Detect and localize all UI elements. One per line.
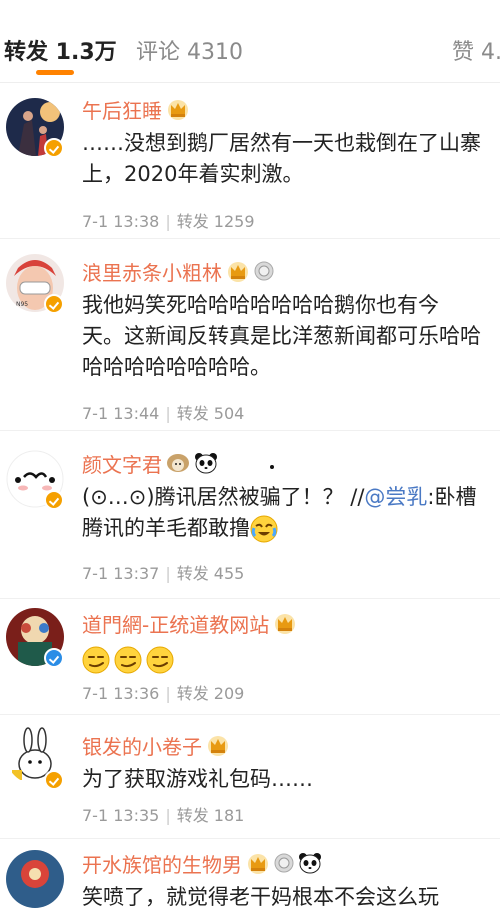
svg-text:N95: N95	[16, 301, 28, 308]
repost-meta: 7-1 13:36 | 转发 209	[82, 684, 245, 703]
repost-meta: 7-1 13:38 | 转发 1259	[82, 212, 255, 231]
repost-meta: 7-1 13:37 | 转发 455	[82, 564, 245, 583]
smirk-emoji-icon	[146, 646, 174, 674]
tab-likes[interactable]: 赞 4.	[452, 34, 500, 66]
crown-icon	[206, 734, 230, 756]
repost-count[interactable]: 转发 1259	[177, 212, 255, 231]
repost-text: (⊙…⊙)腾讯居然被骗了！？ //@尝乳:卧槽 腾讯的羊毛都敢撸	[82, 482, 500, 544]
text-prefix: (⊙…⊙)腾讯居然被骗了！？ //	[82, 485, 365, 509]
text-line: 哈哈哈哈哈哈哈哈。	[82, 355, 271, 379]
text-line: 上，2020年着实刺激。	[82, 162, 304, 186]
repost-item: 银发的小卷子 为了获取游戏礼包码…… 7-1 13:35 | 转发 181	[0, 714, 500, 839]
username[interactable]: 银发的小卷子	[82, 731, 202, 760]
crown-icon	[226, 260, 250, 282]
text-line: (⊙…⊙)腾讯居然被骗了！？ //@尝乳:卧槽	[82, 482, 500, 513]
timestamp: 7-1 13:37	[82, 564, 160, 583]
verified-badge-icon	[44, 138, 64, 158]
crown-icon	[166, 98, 190, 120]
mention-link[interactable]: @尝乳	[364, 485, 427, 509]
username[interactable]: 午后狂睡	[82, 95, 162, 124]
text-line: 为了获取游戏礼包码……	[82, 767, 313, 791]
repost-meta: 7-1 13:35 | 转发 181	[82, 806, 245, 825]
username[interactable]: 开水族馆的生物男	[82, 849, 242, 878]
repost-item: 颜文字君 (⊙…⊙)腾讯居然被骗了！？ //@尝乳:卧槽 腾讯的羊毛都敢撸 7-…	[0, 430, 500, 599]
text-line: 腾讯的羊毛都敢撸	[82, 513, 500, 544]
repost-text: ……没想到鹅厂居然有一天也栽倒在了山寨 上，2020年着实刺激。	[82, 128, 500, 190]
repost-text	[82, 644, 500, 675]
repost-meta: 7-1 13:44 | 转发 504	[82, 404, 245, 423]
repost-item: 开水族馆的生物男 笑喷了，就觉得老干妈根本不会这么玩	[0, 838, 500, 909]
repost-item: N95 浪里赤条小粗林 我他妈笑死哈哈哈哈哈哈哈鹅你也有今 天。这新闻反转真是比…	[0, 238, 500, 431]
active-tab-indicator	[36, 70, 74, 75]
tab-comments[interactable]: 评论 4310	[136, 34, 243, 66]
text-line: ……没想到鹅厂居然有一天也栽倒在了山寨	[82, 131, 481, 155]
stray-dot	[270, 465, 274, 469]
verified-badge-icon	[44, 294, 64, 314]
text-line: 天。这新闻反转真是比洋葱新闻都可乐哈哈	[82, 324, 481, 348]
timestamp: 7-1 13:35	[82, 806, 160, 825]
repost-count[interactable]: 转发 455	[177, 564, 245, 583]
panda-icon	[298, 852, 322, 874]
avatar[interactable]	[6, 850, 64, 908]
text-line: 我他妈笑死哈哈哈哈哈哈哈鹅你也有今	[82, 293, 439, 317]
medal-icon	[254, 261, 274, 281]
repost-item: 道門網-正统道教网站 7-1 13:36 | 转发 209	[0, 598, 500, 715]
username[interactable]: 浪里赤条小粗林	[82, 257, 222, 286]
repost-count[interactable]: 转发 504	[177, 404, 245, 423]
repost-text: 为了获取游戏礼包码……	[82, 764, 500, 795]
timestamp: 7-1 13:38	[82, 212, 160, 231]
comment-tabs: 转发 1.3万 评论 4310 赞 4.	[0, 0, 500, 83]
timestamp: 7-1 13:36	[82, 684, 160, 703]
repost-count[interactable]: 转发 209	[177, 684, 245, 703]
text-suffix: :卧槽	[427, 485, 477, 509]
crying-laugh-emoji-icon	[250, 515, 278, 543]
medal-icon	[274, 853, 294, 873]
text-line: 笑喷了，就觉得老干妈根本不会这么玩	[82, 885, 439, 909]
repost-count[interactable]: 转发 181	[177, 806, 245, 825]
username[interactable]: 道門網-正统道教网站	[82, 609, 269, 638]
repost-text: 笑喷了，就觉得老干妈根本不会这么玩	[82, 882, 500, 913]
repost-text: 我他妈笑死哈哈哈哈哈哈哈鹅你也有今 天。这新闻反转真是比洋葱新闻都可乐哈哈 哈哈…	[82, 290, 500, 383]
username[interactable]: 颜文字君	[82, 449, 162, 478]
panda-icon	[194, 452, 218, 474]
repost-item: 午后狂睡 ……没想到鹅厂居然有一天也栽倒在了山寨 上，2020年着实刺激。 7-…	[0, 84, 500, 239]
tab-reposts[interactable]: 转发 1.3万	[4, 34, 117, 66]
smirk-emoji-icon	[82, 646, 110, 674]
verified-badge-icon	[44, 490, 64, 510]
text-content: 腾讯的羊毛都敢撸	[82, 516, 250, 540]
verified-badge-icon	[44, 648, 64, 668]
crown-icon	[273, 612, 297, 634]
crown-icon	[246, 852, 270, 874]
timestamp: 7-1 13:44	[82, 404, 160, 423]
smirk-emoji-icon	[114, 646, 142, 674]
sheep-icon	[166, 452, 190, 474]
verified-badge-icon	[44, 770, 64, 790]
